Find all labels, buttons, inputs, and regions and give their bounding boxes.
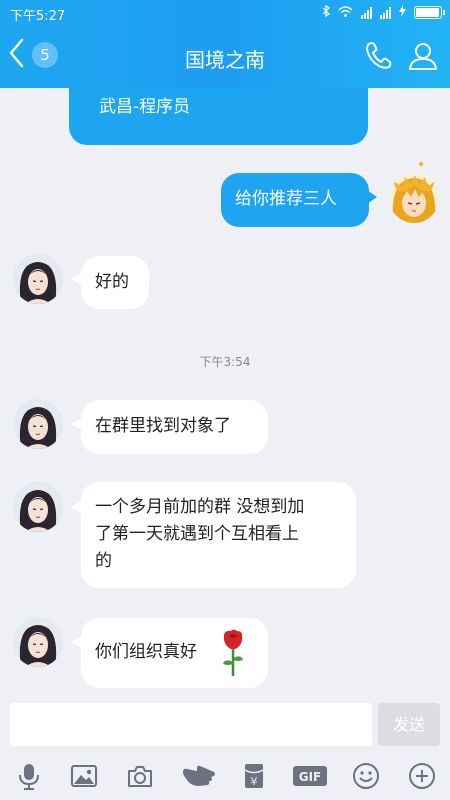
svg-text:GIF: GIF [299, 770, 322, 784]
emoji-icon[interactable] [352, 762, 380, 790]
status-time: 下午5:27 [10, 9, 66, 24]
message-bubble[interactable]: 武昌-程序员 [69, 88, 368, 145]
message-bubble[interactable]: 给你推荐三人 [221, 173, 369, 227]
message-bubble[interactable]: 好的 [81, 256, 149, 309]
message-list[interactable]: 武昌-程序员 给你推荐三人 好的 下午3:54 在群里找到对象了 一个多月前加的… [0, 88, 450, 700]
gif-icon[interactable]: GIF [292, 762, 328, 790]
avatar[interactable] [13, 254, 63, 304]
send-button[interactable]: 发送 [378, 703, 440, 746]
red-packet-icon[interactable]: ¥ [240, 762, 268, 790]
message-text: 武昌-程序员 [99, 97, 191, 117]
rose-icon [219, 628, 247, 687]
message-text: 了第一天就遇到个互相看上 [95, 524, 299, 544]
avatar[interactable] [389, 173, 439, 223]
message-bubble[interactable]: 你们组织真好 [81, 618, 268, 688]
profile-icon[interactable] [407, 40, 439, 76]
status-bar: 下午5:27 [0, 0, 450, 26]
microphone-icon[interactable] [15, 762, 43, 790]
wifi-icon [338, 5, 353, 20]
avatar[interactable] [13, 399, 63, 449]
battery-icon [414, 6, 445, 19]
avatar[interactable] [13, 482, 63, 532]
timestamp: 下午3:54 [199, 355, 251, 369]
composer: 发送 [0, 700, 450, 750]
plus-icon[interactable] [408, 762, 436, 790]
camera-icon[interactable] [126, 762, 154, 790]
phone-icon[interactable] [363, 40, 395, 76]
message-bubble[interactable]: 在群里找到对象了 [81, 400, 268, 454]
message-bubble[interactable]: 一个多月前加的群 没想到加 了第一天就遇到个互相看上 的 [81, 482, 356, 588]
svg-text:¥: ¥ [251, 775, 258, 788]
bluetooth-icon [322, 4, 330, 20]
hand-icon[interactable] [181, 762, 217, 790]
message-text: 一个多月前加的群 没想到加 [95, 497, 305, 517]
signal-icon [361, 6, 372, 19]
input-toolbar: ¥ GIF [0, 750, 450, 800]
message-text: 给你推荐三人 [235, 189, 337, 209]
image-icon[interactable] [70, 762, 98, 790]
message-input[interactable] [10, 703, 372, 746]
message-text: 你们组织真好 [95, 642, 197, 662]
chat-header: 下午5:27 5 国境之南 [0, 0, 450, 88]
message-text: 在群里找到对象了 [95, 416, 231, 436]
charging-icon [399, 5, 406, 20]
message-text: 好的 [95, 272, 129, 292]
avatar[interactable] [13, 617, 63, 667]
signal-icon [380, 6, 391, 19]
message-text: 的 [95, 551, 112, 571]
